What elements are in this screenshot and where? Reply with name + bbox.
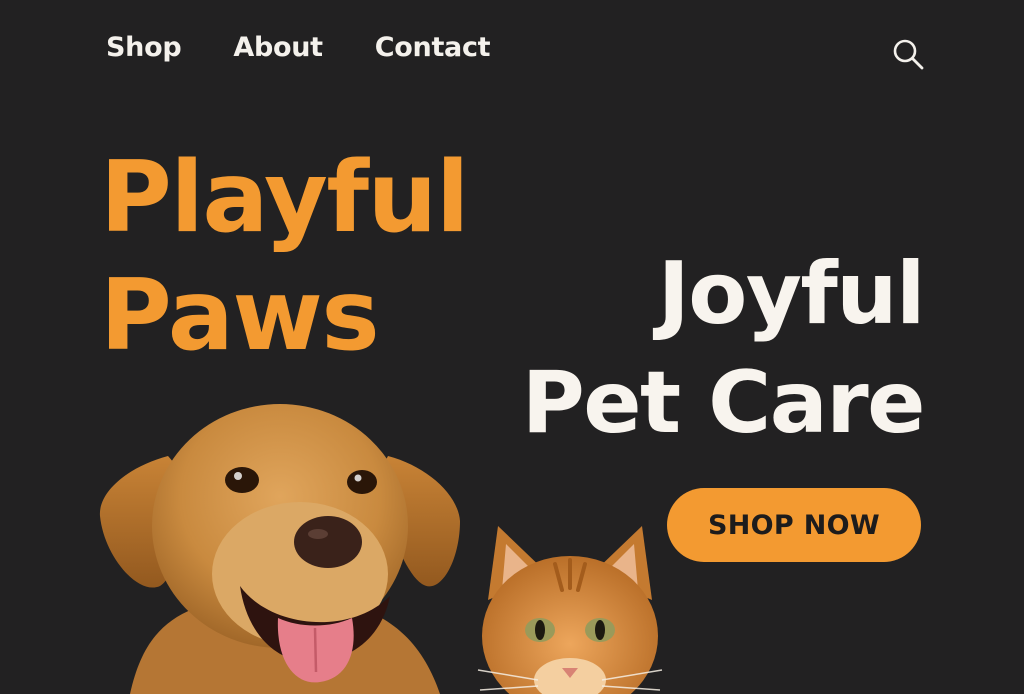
brand-title-line1: Playful <box>100 141 469 255</box>
tagline-line1: Joyful <box>657 244 926 344</box>
cat-image <box>477 526 663 694</box>
search-icon[interactable] <box>890 36 926 72</box>
brand-title: Playful Paws <box>100 140 469 375</box>
tagline-line2: Pet Care <box>521 353 926 454</box>
shop-now-button[interactable]: SHOP NOW <box>667 488 921 562</box>
nav-about-link[interactable]: About <box>233 32 323 63</box>
hero-tagline: Joyful Pet Care <box>521 240 926 458</box>
nav-contact-link[interactable]: Contact <box>375 32 491 63</box>
nav-shop-link[interactable]: Shop <box>106 32 182 63</box>
brand-title-line2: Paws <box>100 258 380 373</box>
landing-page: Shop About Contact Playful Paws Joyful P… <box>0 0 1024 694</box>
dog-image <box>99 404 460 694</box>
top-nav: Shop About Contact <box>106 32 491 63</box>
